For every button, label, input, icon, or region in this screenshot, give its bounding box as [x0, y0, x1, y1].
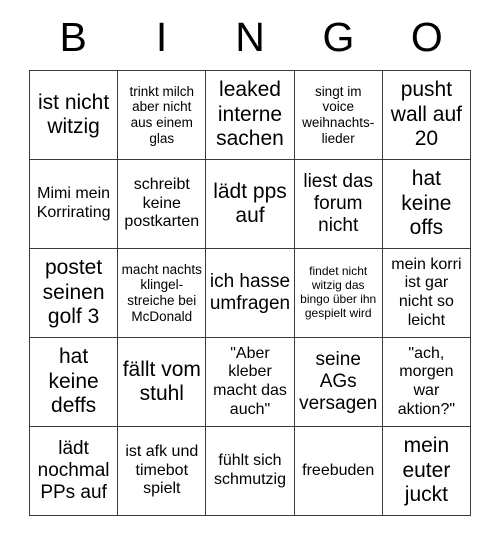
- bingo-cell[interactable]: ist nicht witzig: [30, 71, 119, 160]
- bingo-header: B I N G O: [29, 8, 471, 66]
- bingo-header-letter-i: I: [155, 13, 168, 60]
- bingo-cell[interactable]: leaked interne sachen: [206, 71, 295, 160]
- bingo-cell[interactable]: mein korri ist gar nicht so leicht: [382, 249, 471, 338]
- bingo-cell[interactable]: macht nachts klingel- streiche bei McDon…: [118, 249, 207, 338]
- bingo-header-letter-b: B: [59, 13, 87, 60]
- bingo-cell-text: "ach, morgen war aktion?": [397, 344, 456, 418]
- bingo-cell-text: freebuden: [302, 461, 375, 479]
- bingo-cell-text: mein korri ist gar nicht so leicht: [391, 255, 462, 329]
- bingo-cell[interactable]: freebuden: [294, 427, 383, 516]
- bingo-card: B I N G O ist nicht witzig trinkt milch …: [0, 0, 500, 544]
- bingo-cell[interactable]: postet seinen golf 3: [30, 249, 119, 338]
- bingo-cell[interactable]: schreibt keine postkarten: [118, 160, 207, 249]
- bingo-header-letter-n: N: [235, 13, 265, 60]
- bingo-cell-text: mein euter juckt: [402, 434, 451, 507]
- bingo-cell-text: fällt vom stuhl: [122, 357, 201, 405]
- bingo-cell[interactable]: pusht wall auf 20: [382, 71, 471, 160]
- bingo-cell[interactable]: hat keine deffs: [30, 338, 119, 427]
- bingo-cell[interactable]: seine AGs versagen: [294, 338, 383, 427]
- bingo-cell[interactable]: lädt nochmal PPs auf: [30, 427, 119, 516]
- bingo-cell-text: macht nachts klingel- streiche bei McDon…: [121, 261, 202, 324]
- bingo-cell-text: ist nicht witzig: [37, 90, 110, 138]
- bingo-cell[interactable]: "Aber kleber macht das auch": [206, 338, 295, 427]
- bingo-cell-text: singt im voice weihnachts- lieder: [302, 83, 375, 146]
- bingo-cell-text: lädt nochmal PPs auf: [37, 437, 110, 504]
- bingo-cell[interactable]: liest das forum nicht: [294, 160, 383, 249]
- bingo-cell[interactable]: findet nicht witzig das bingo über ihn g…: [294, 249, 383, 338]
- bingo-cell[interactable]: mein euter juckt: [382, 427, 471, 516]
- bingo-cell-text: fühlt sich schmutzig: [213, 452, 286, 488]
- bingo-cell-text: pusht wall auf 20: [390, 78, 462, 151]
- bingo-cell-text: Mimi mein Korrirating: [36, 185, 111, 221]
- bingo-cell[interactable]: ich hasse umfragen: [206, 249, 295, 338]
- bingo-cell[interactable]: "ach, morgen war aktion?": [382, 338, 471, 427]
- bingo-cell[interactable]: fühlt sich schmutzig: [206, 427, 295, 516]
- bingo-cell-text: postet seinen golf 3: [42, 256, 105, 329]
- bingo-cell-text: ich hasse umfragen: [209, 270, 291, 314]
- bingo-cell[interactable]: lädt pps auf: [206, 160, 295, 249]
- bingo-cell[interactable]: fällt vom stuhl: [118, 338, 207, 427]
- bingo-cell[interactable]: trinkt milch aber nicht aus einem glas: [118, 71, 207, 160]
- bingo-cell-text: liest das forum nicht: [303, 170, 374, 237]
- bingo-cell-text: leaked interne sachen: [216, 78, 284, 151]
- bingo-header-letter-g: G: [322, 13, 355, 60]
- bingo-cell-text: ist afk und timebot spielt: [125, 443, 199, 498]
- bingo-cell-text: trinkt milch aber nicht aus einem glas: [129, 83, 195, 146]
- bingo-cell-text: findet nicht witzig das bingo über ihn g…: [300, 264, 377, 320]
- bingo-cell[interactable]: ist afk und timebot spielt: [118, 427, 207, 516]
- bingo-cell[interactable]: hat keine offs: [382, 160, 471, 249]
- bingo-cell-text: schreibt keine postkarten: [124, 176, 200, 231]
- bingo-cell-text: "Aber kleber macht das auch": [213, 344, 287, 418]
- bingo-cell-text: hat keine deffs: [48, 345, 99, 418]
- bingo-grid: ist nicht witzig trinkt milch aber nicht…: [29, 70, 471, 516]
- bingo-cell-text: seine AGs versagen: [299, 348, 378, 415]
- bingo-header-letter-o: O: [410, 13, 443, 60]
- bingo-cell[interactable]: singt im voice weihnachts- lieder: [294, 71, 383, 160]
- bingo-cell[interactable]: Mimi mein Korrirating: [30, 160, 119, 249]
- bingo-cell-text: hat keine offs: [401, 167, 452, 240]
- bingo-cell-text: lädt pps auf: [213, 179, 287, 227]
